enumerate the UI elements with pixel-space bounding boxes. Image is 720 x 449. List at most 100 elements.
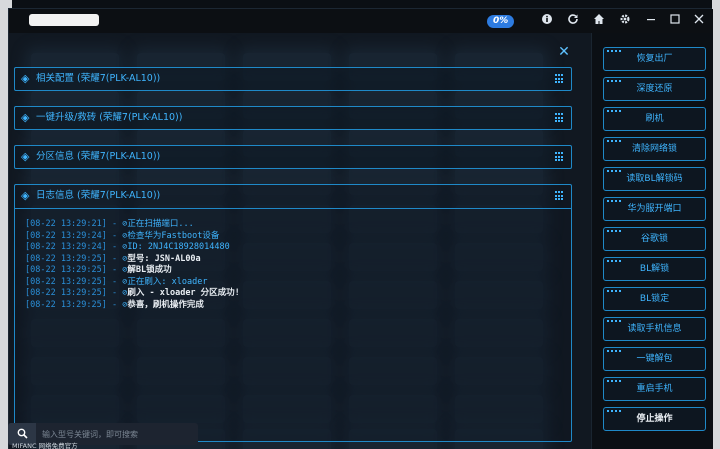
sidebar-button-8[interactable]: BL解锁	[603, 257, 706, 281]
layers-icon: ◈	[21, 150, 30, 163]
log-message: 正在刷入: xloader	[127, 276, 208, 287]
taskbar-label: MIFANC 网络免费官方	[12, 442, 78, 449]
sidebar-button-label: 深度还原	[636, 84, 673, 94]
log-line: [08-22 13:29:25] - ⊘恭喜，刷机操作完成	[25, 300, 240, 312]
layers-icon: ◈	[21, 72, 30, 85]
log-timestamp: [08-22 13:29:21]	[25, 219, 107, 229]
search-input[interactable]	[42, 427, 192, 441]
log-line: [08-22 13:29:25] - ⊘型号: JSN-AL00a	[25, 254, 240, 266]
log-line: [08-22 13:29:25] - ⊘刷入 - xloader 分区成功!	[25, 288, 240, 300]
grid-menu-icon[interactable]	[555, 152, 565, 162]
log-separator: -	[106, 276, 123, 287]
maximize-icon[interactable]	[667, 13, 683, 29]
sidebar-button-label: 一键解包	[636, 354, 673, 364]
grid-menu-icon[interactable]	[555, 191, 565, 201]
panel-upgrade[interactable]: ◈ 一键升级/救砖 (荣耀7(PLK-AL10))	[14, 106, 572, 130]
log-panel-header[interactable]: ◈ 日志信息 (荣耀7(PLK-AL10))	[15, 185, 571, 209]
close-icon[interactable]	[691, 13, 707, 29]
log-line: [08-22 13:29:25] - ⊘解BL锁成功	[25, 265, 240, 277]
button-tick-marks	[607, 380, 623, 382]
grid-menu-icon[interactable]	[555, 113, 565, 123]
log-line: [08-22 13:29:25] - ⊘正在刷入: xloader	[25, 277, 240, 289]
button-tick-marks	[607, 290, 623, 292]
log-message: 恭喜，刷机操作完成	[127, 299, 204, 310]
sidebar-button-label: 清除网络锁	[631, 144, 677, 154]
sidebar-button-5[interactable]: 读取BL解锁码	[603, 167, 706, 191]
sidebar-button-1[interactable]: 恢复出厂	[603, 47, 706, 71]
panel-config[interactable]: ◈ 相关配置 (荣耀7(PLK-AL10))	[14, 67, 572, 91]
title-bar: 0%	[9, 9, 713, 33]
refresh-icon[interactable]	[565, 13, 581, 29]
log-line: [08-22 13:29:24] - ⊘检查华为Fastboot设备	[25, 231, 240, 243]
sidebar-button-10[interactable]: 读取手机信息	[603, 317, 706, 341]
log-message: ID: 2NJ4C18928014480	[127, 242, 230, 252]
sidebar-button-label: 停止操作	[636, 414, 673, 424]
layers-icon: ◈	[21, 189, 30, 202]
sidebar-button-9[interactable]: BL锁定	[603, 287, 706, 311]
sidebar-button-11[interactable]: 一键解包	[603, 347, 706, 371]
button-tick-marks	[607, 110, 623, 112]
progress-badge: 0%	[487, 15, 515, 28]
log-separator: -	[106, 299, 123, 310]
sidebar-button-label: 恢复出厂	[636, 54, 673, 64]
sidebar-button-label: BL锁定	[639, 294, 670, 304]
home-icon[interactable]	[591, 13, 607, 29]
panel-title: 一键升级/救砖 (荣耀7(PLK-AL10))	[36, 112, 183, 123]
panel-partition[interactable]: ◈ 分区信息 (荣耀7(PLK-AL10))	[14, 145, 572, 169]
window-title-redacted	[29, 14, 99, 26]
sidebar-button-4[interactable]: 清除网络锁	[603, 137, 706, 161]
log-timestamp: [08-22 13:29:24]	[25, 230, 107, 241]
sidebar-button-3[interactable]: 刷机	[603, 107, 706, 131]
main-content: ✕ ◈ 相关配置 (荣耀7(PLK-AL10)) ◈ 一键升级/救砖 (荣耀7(…	[9, 33, 591, 449]
log-timestamp: [08-22 13:29:25]	[25, 276, 107, 287]
sidebar-button-13[interactable]: 停止操作	[603, 407, 706, 431]
button-tick-marks	[607, 230, 623, 232]
log-separator: -	[106, 288, 123, 298]
info-icon[interactable]	[539, 13, 555, 29]
sidebar-button-2[interactable]: 深度还原	[603, 77, 706, 101]
button-tick-marks	[607, 350, 623, 352]
log-list: [08-22 13:29:21] - ⊘正在扫描端口... [08-22 13:2…	[25, 219, 240, 311]
log-separator: -	[106, 230, 123, 241]
panel-title: 日志信息 (荣耀7(PLK-AL10))	[36, 190, 161, 201]
log-timestamp: [08-22 13:29:25]	[25, 253, 107, 264]
sidebar-button-label: 读取BL解锁码	[626, 174, 683, 184]
desktop-background-right	[712, 0, 720, 449]
button-tick-marks	[607, 50, 623, 52]
sidebar-button-label: BL解锁	[639, 264, 670, 274]
log-line: [08-22 13:29:21] - ⊘正在扫描端口...	[25, 219, 240, 231]
app-window: 0% ✕ ◈ 相关配置 (荣耀7(PLK-AL10)) ◈ 一键升级/救砖 (荣…	[8, 8, 713, 449]
panel-title: 分区信息 (荣耀7(PLK-AL10))	[36, 151, 161, 162]
grid-menu-icon[interactable]	[555, 74, 565, 84]
gear-icon[interactable]	[617, 13, 633, 29]
minimize-icon[interactable]	[643, 13, 659, 29]
log-timestamp: [08-22 13:29:24]	[25, 242, 107, 252]
sidebar-button-label: 谷歌锁	[640, 234, 668, 244]
log-timestamp: [08-22 13:29:25]	[25, 288, 107, 298]
log-separator: -	[106, 219, 123, 229]
sidebar-button-6[interactable]: 华为服开端口	[603, 197, 706, 221]
button-tick-marks	[607, 80, 623, 82]
log-message: 型号: JSN-AL00a	[127, 253, 201, 264]
log-message: 检查华为Fastboot设备	[127, 230, 220, 241]
button-tick-marks	[607, 260, 623, 262]
panel-log: ◈ 日志信息 (荣耀7(PLK-AL10)) [08-22 13:29:21] …	[14, 184, 572, 442]
log-message: 正在扫描端口...	[127, 219, 194, 229]
log-line: [08-22 13:29:24] - ⊘ID: 2NJ4C18928014480	[25, 242, 240, 254]
log-message: 解BL锁成功	[127, 265, 172, 275]
sidebar-button-label: 读取手机信息	[627, 324, 682, 334]
log-separator: -	[106, 253, 123, 264]
sidebar-button-label: 重启手机	[636, 384, 673, 394]
log-separator: -	[106, 265, 123, 275]
panel-close-icon[interactable]: ✕	[557, 45, 571, 59]
log-message: 刷入 - xloader 分区成功!	[127, 288, 240, 298]
sidebar-button-7[interactable]: 谷歌锁	[603, 227, 706, 251]
sidebar-button-12[interactable]: 重启手机	[603, 377, 706, 401]
action-sidebar: 恢复出厂深度还原刷机清除网络锁读取BL解锁码华为服开端口谷歌锁 BL解锁 BL锁定读…	[591, 33, 713, 449]
panel-title: 相关配置 (荣耀7(PLK-AL10))	[36, 73, 161, 84]
log-timestamp: [08-22 13:29:25]	[25, 265, 107, 275]
button-tick-marks	[607, 320, 623, 322]
log-separator: -	[106, 242, 123, 252]
button-tick-marks	[607, 170, 623, 172]
layers-icon: ◈	[21, 111, 30, 124]
